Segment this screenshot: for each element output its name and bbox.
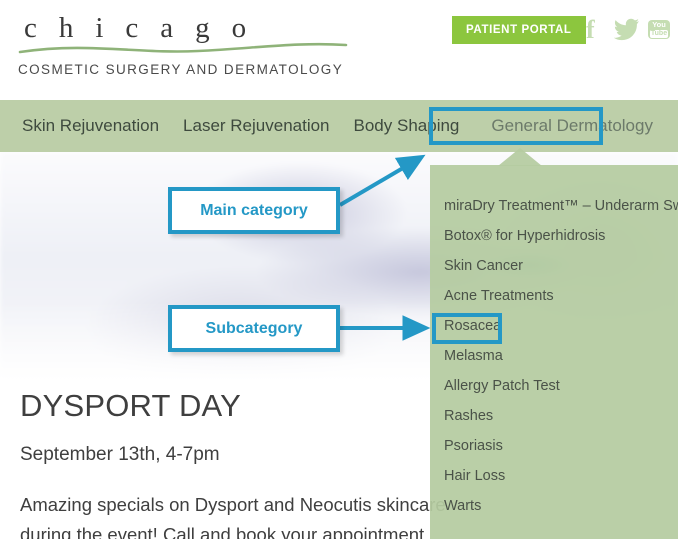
dropdown-item-list: miraDry Treatment™ – Underarm Sweating B… xyxy=(430,165,678,521)
logo-swoosh-icon xyxy=(18,42,348,56)
dropdown-item-botox-hyperhidrosis[interactable]: Botox® for Hyperhidrosis xyxy=(430,221,678,251)
dropdown-item-acne-treatments[interactable]: Acne Treatments xyxy=(430,281,678,311)
nav-item-skin-rejuvenation[interactable]: Skin Rejuvenation xyxy=(22,100,159,152)
dropdown-item-warts[interactable]: Warts xyxy=(430,491,678,521)
dropdown-item-psoriasis[interactable]: Psoriasis xyxy=(430,431,678,461)
site-header: chicago COSMETIC SURGERY AND DERMATOLOGY… xyxy=(0,0,678,100)
youtube-tube-label: Tube xyxy=(650,30,668,38)
dropdown-item-melasma[interactable]: Melasma xyxy=(430,341,678,371)
youtube-icon[interactable]: You Tube xyxy=(648,20,670,39)
page-root: chicago COSMETIC SURGERY AND DERMATOLOGY… xyxy=(0,0,678,539)
promo-copy: DYSPORT DAY September 13th, 4-7pm Amazin… xyxy=(20,386,490,539)
youtube-you-label: You xyxy=(652,20,666,29)
annotation-subcategory: Subcategory xyxy=(168,305,340,352)
dropdown-item-skin-cancer[interactable]: Skin Cancer xyxy=(430,251,678,281)
dropdown-item-rosacea[interactable]: Rosacea xyxy=(430,311,678,341)
dropdown-item-allergy-patch-test[interactable]: Allergy Patch Test xyxy=(430,371,678,401)
nav-item-body-shaping[interactable]: Body Shaping xyxy=(354,100,460,152)
nav-item-list: Skin Rejuvenation Laser Rejuvenation Bod… xyxy=(22,100,678,152)
dropdown-item-miradry[interactable]: miraDry Treatment™ – Underarm Sweating xyxy=(430,191,678,221)
annotation-main-category: Main category xyxy=(168,187,340,234)
social-links: f You Tube xyxy=(582,16,674,46)
general-dermatology-dropdown: miraDry Treatment™ – Underarm Sweating B… xyxy=(430,165,678,539)
site-logo[interactable]: chicago COSMETIC SURGERY AND DERMATOLOGY xyxy=(16,12,356,77)
patient-portal-button[interactable]: PATIENT PORTAL xyxy=(452,16,586,44)
page-title: DYSPORT DAY xyxy=(20,388,241,423)
dropdown-item-hair-loss[interactable]: Hair Loss xyxy=(430,461,678,491)
nav-item-general-dermatology[interactable]: General Dermatology xyxy=(483,100,661,152)
facebook-icon[interactable]: f xyxy=(586,16,595,44)
primary-navigation: Skin Rejuvenation Laser Rejuvenation Bod… xyxy=(0,100,678,152)
dropdown-caret-icon xyxy=(498,148,542,166)
twitter-icon[interactable] xyxy=(613,18,640,47)
promo-date: September 13th, 4-7pm xyxy=(20,444,220,465)
logo-wordmark: chicago xyxy=(24,12,269,44)
promo-paragraph: Amazing specials on Dysport and Neocutis… xyxy=(20,494,446,539)
nav-item-laser-rejuvenation[interactable]: Laser Rejuvenation xyxy=(183,100,329,152)
dropdown-item-rashes[interactable]: Rashes xyxy=(430,401,678,431)
logo-tagline: COSMETIC SURGERY AND DERMATOLOGY xyxy=(18,62,344,77)
